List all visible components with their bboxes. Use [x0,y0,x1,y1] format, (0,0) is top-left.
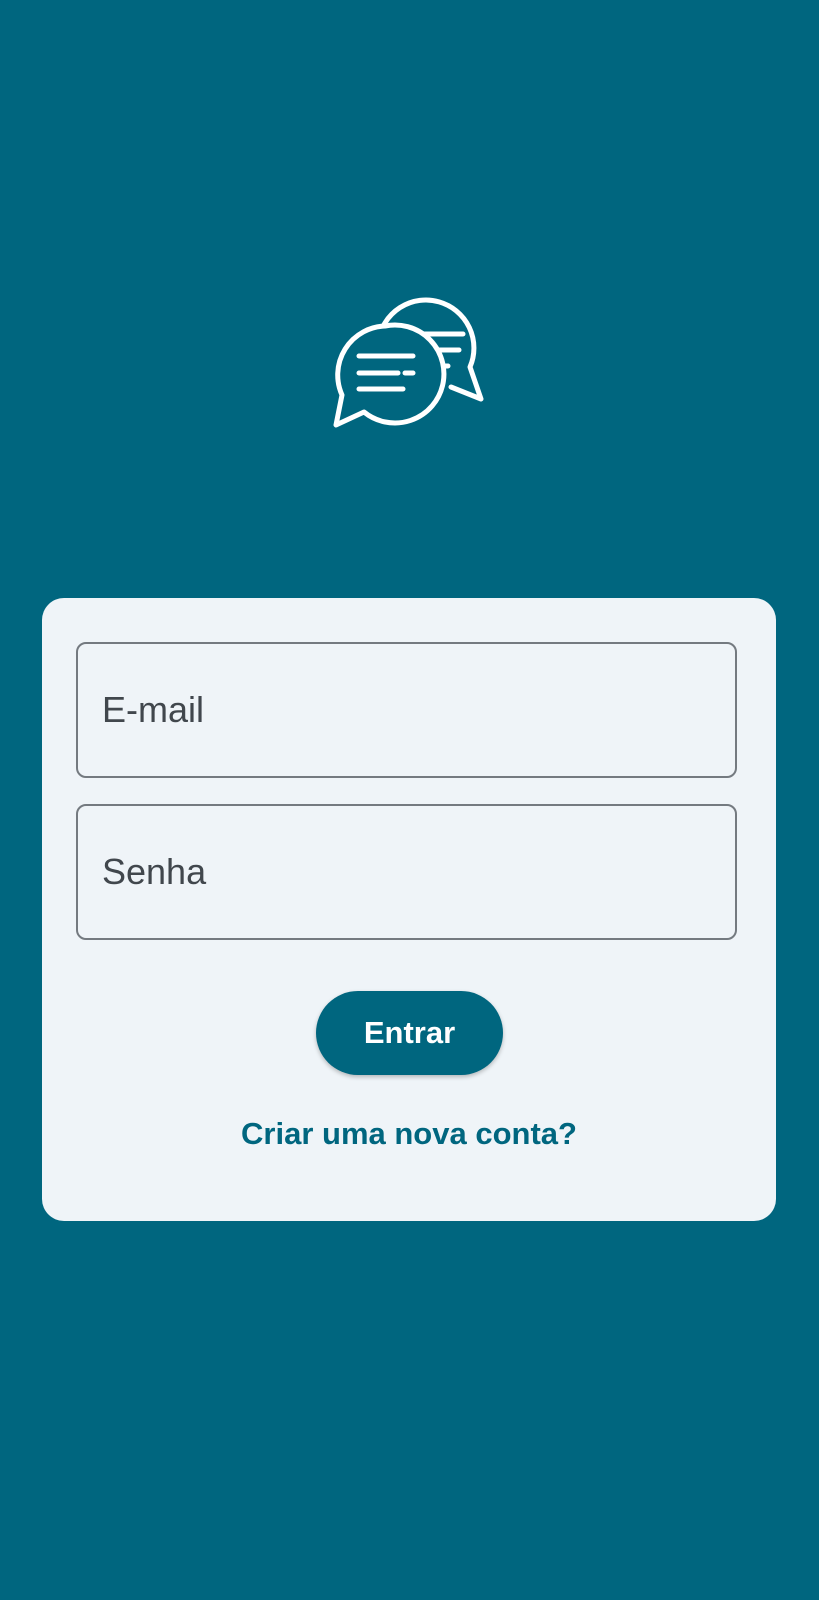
password-field-container [76,804,737,940]
login-button[interactable]: Entrar [316,991,503,1075]
password-field[interactable] [78,806,735,938]
login-card: Entrar Criar uma nova conta? [42,598,776,1221]
email-field[interactable] [78,644,735,776]
email-field-container [76,642,737,778]
create-account-link[interactable]: Criar uma nova conta? [42,1116,776,1152]
chat-bubbles-icon [333,294,487,434]
